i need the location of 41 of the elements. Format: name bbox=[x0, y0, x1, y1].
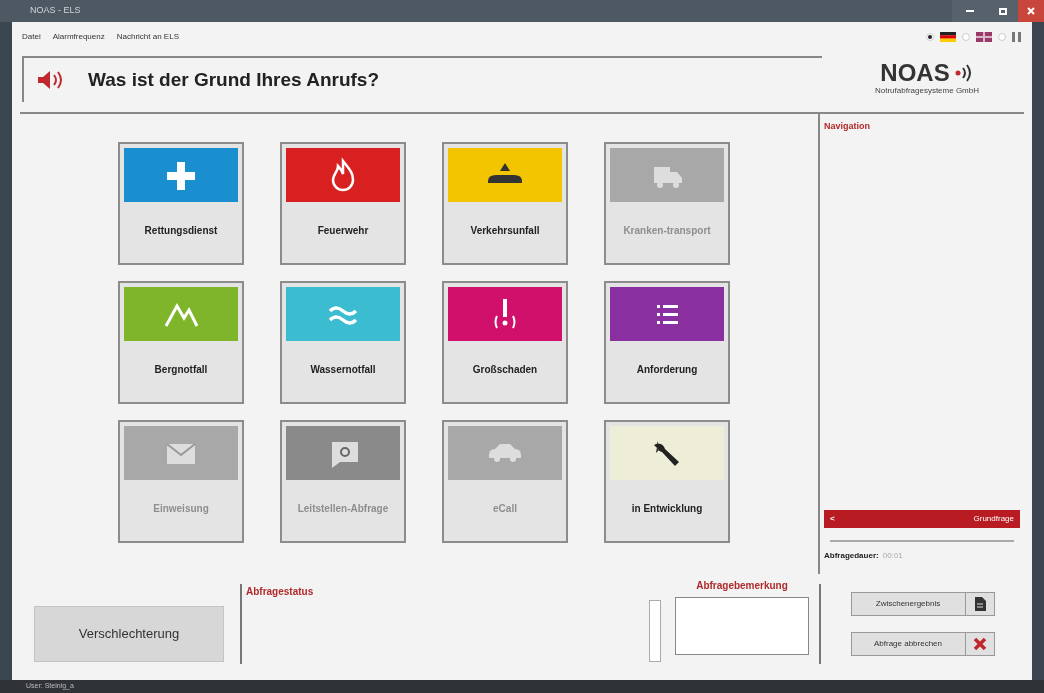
italian-flag-icon bbox=[1012, 32, 1022, 42]
back-label: Grundfrage bbox=[973, 513, 1014, 525]
remark-field[interactable] bbox=[675, 597, 809, 655]
language-radio[interactable] bbox=[926, 33, 934, 41]
logo-subtitle: Notrufabfragesysteme GmbH bbox=[874, 85, 979, 97]
logo-text: NOAS bbox=[880, 61, 950, 85]
category-tile[interactable]: Wassernotfall bbox=[280, 281, 406, 404]
menu-item[interactable]: Nachricht an ELS bbox=[116, 31, 179, 43]
question-text: Was ist der Grund Ihres Anrufs? bbox=[88, 67, 380, 92]
category-tile[interactable]: Bergnotfall bbox=[118, 281, 244, 404]
back-button[interactable]: < Grundfrage bbox=[824, 510, 1020, 528]
deterioration-button[interactable]: Verschlechterung bbox=[34, 606, 224, 662]
close-button[interactable] bbox=[1018, 0, 1044, 22]
cancel-icon bbox=[972, 637, 987, 651]
category-tile[interactable]: in Entwicklung bbox=[604, 420, 730, 543]
category-tile[interactable]: Rettungsdienst bbox=[118, 142, 244, 265]
remark-title: Abfragebemerkung bbox=[696, 579, 788, 593]
scrollbar[interactable] bbox=[649, 600, 661, 662]
menu-item[interactable]: Datei bbox=[22, 31, 41, 43]
menu-item[interactable]: Alarmfrequenz bbox=[52, 31, 105, 43]
duration-label: Abfragedauer: bbox=[824, 550, 879, 562]
maximize-button[interactable] bbox=[988, 0, 1018, 22]
car-icon bbox=[488, 443, 522, 463]
language-radio[interactable] bbox=[998, 33, 1006, 41]
status-title: Abfragestatus bbox=[246, 585, 314, 599]
german-flag-icon bbox=[940, 32, 956, 42]
category-tile[interactable]: Verkehrsunfall bbox=[442, 142, 568, 265]
duration-value: 00:01 bbox=[882, 550, 903, 562]
category-tile[interactable]: Anforderung bbox=[604, 281, 730, 404]
category-tile[interactable]: Großschaden bbox=[442, 281, 568, 404]
back-arrow: < bbox=[830, 513, 835, 525]
document-icon bbox=[973, 597, 986, 611]
action-button[interactable]: Zwischenergebnis bbox=[850, 592, 995, 616]
category-tile[interactable]: Feuerwehr bbox=[280, 142, 406, 265]
language-radio[interactable] bbox=[962, 33, 970, 41]
close-icon bbox=[1027, 7, 1035, 15]
signal-icon bbox=[953, 64, 974, 82]
window-title: NOAS - ELS bbox=[30, 4, 81, 18]
navigation-title: Navigation bbox=[824, 120, 871, 133]
action-button[interactable]: Abfrage abbrechen bbox=[850, 632, 995, 656]
british-flag-icon bbox=[976, 32, 992, 42]
